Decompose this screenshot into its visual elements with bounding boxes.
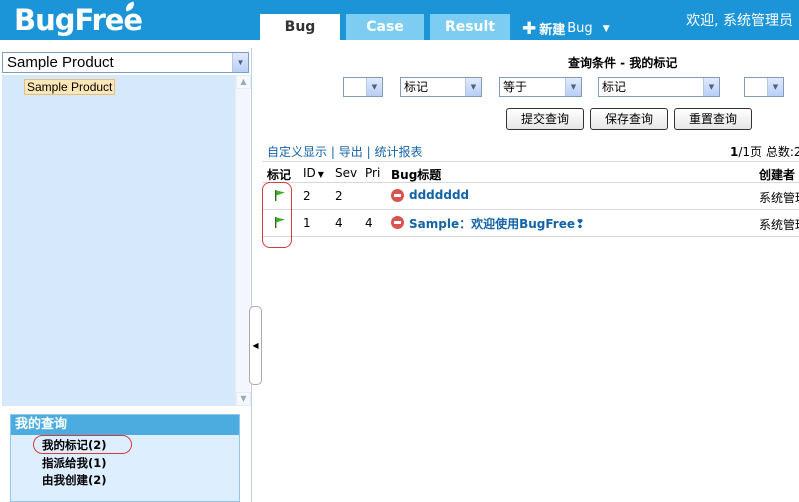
scroll-down-icon[interactable]: ▼ <box>236 392 251 406</box>
row-2-pri: 4 <box>365 216 373 230</box>
chevron-down-icon[interactable]: ▼ <box>565 78 581 96</box>
logo-text: BugFree <box>14 3 143 37</box>
query-operator-select[interactable]: 等于 ▼ <box>499 77 582 97</box>
column-header-id-label: ID <box>303 166 316 180</box>
query-field-1-select[interactable]: ▼ <box>343 77 383 97</box>
query-field-2-value: 标记 <box>404 80 429 94</box>
sort-desc-icon: ▼ <box>317 170 324 179</box>
new-bug-button[interactable]: ✚ 新建 Bug ▼ <box>522 19 610 38</box>
chevron-down-icon[interactable]: ▼ <box>767 78 783 96</box>
row-2-creator: 系统管理员 <box>759 218 799 232</box>
page-info: 1/1页 总数:2 <box>730 143 799 160</box>
column-header-pri[interactable]: Pri <box>365 166 380 180</box>
link-separator: | <box>366 145 371 159</box>
query-created-by-me[interactable]: 由我创建(2) <box>42 472 107 488</box>
toolbar-links: 自定义显示 | 导出 | 统计报表 <box>267 143 422 160</box>
tab-bug[interactable]: Bug <box>260 14 340 40</box>
row-1-title-link[interactable]: ddddddd <box>409 188 469 202</box>
query-title: 查询条件 - 我的标记 <box>568 56 678 70</box>
left-pane: Sample Product ▼ Sample Product ▲ ▼ 我的查询… <box>0 48 251 502</box>
new-bug-label: Bug <box>567 21 593 36</box>
module-tree: Sample Product <box>2 75 235 406</box>
divider-line <box>262 161 799 162</box>
submit-query-button[interactable]: 提交查询 <box>506 108 584 130</box>
custom-display-link[interactable]: 自定义显示 <box>267 145 327 159</box>
row-2-title-link[interactable]: Sample：欢迎使用BugFree❢ <box>409 215 585 232</box>
top-header: BugFree Bug Case Result ✚ 新建 Bug ▼ 欢迎, 系… <box>0 0 799 40</box>
bugfree-logo[interactable]: BugFree <box>14 1 143 38</box>
column-header-sev[interactable]: Sev <box>335 166 357 180</box>
export-link[interactable]: 导出 <box>339 145 363 159</box>
row-divider <box>262 236 799 237</box>
query-assigned-to-me[interactable]: 指派给我(1) <box>42 455 107 471</box>
plus-icon: ✚ <box>522 18 537 39</box>
stop-icon <box>391 189 404 202</box>
link-separator: | <box>330 145 335 159</box>
main-pane: 查询条件 - 我的标记 ▼ 标记 ▼ 等于 ▼ 标记 ▼ ▼ 提交查询 保存查询… <box>252 40 799 502</box>
query-operator-value: 等于 <box>503 80 528 94</box>
annotation-circle <box>262 182 292 248</box>
page-rest: /1页 总数:2 <box>738 145 799 159</box>
chevron-down-icon[interactable]: ▼ <box>366 78 382 96</box>
query-field-5-select[interactable]: ▼ <box>744 77 784 97</box>
product-select[interactable]: Sample Product ▼ <box>2 52 249 73</box>
row-1-creator: 系统管理员 <box>759 191 799 205</box>
annotation-circle <box>33 435 132 454</box>
stop-icon <box>391 216 404 229</box>
chevron-down-icon[interactable]: ▼ <box>703 78 719 96</box>
welcome-text: 欢迎, 系统管理员 <box>686 13 793 29</box>
column-header-mark[interactable]: 标记 <box>267 166 291 183</box>
save-query-button[interactable]: 保存查询 <box>590 108 668 130</box>
row-2-id: 1 <box>303 216 311 230</box>
row-divider <box>262 209 799 210</box>
report-link[interactable]: 统计报表 <box>374 145 422 159</box>
new-bug-prefix: 新建 <box>539 23 566 38</box>
column-header-id[interactable]: ID ▼ <box>303 166 324 180</box>
my-queries-panel: 我的查询 我的标记(2) 指派给我(1) 由我创建(2) <box>10 414 240 502</box>
chevron-down-icon[interactable]: ▼ <box>232 53 248 72</box>
tab-case[interactable]: Case <box>346 14 424 40</box>
query-field-2-select[interactable]: 标记 ▼ <box>400 77 482 97</box>
chevron-down-icon[interactable]: ▼ <box>603 24 610 34</box>
scroll-up-icon[interactable]: ▲ <box>236 75 251 89</box>
column-header-title[interactable]: Bug标题 <box>391 166 441 183</box>
tab-result[interactable]: Result <box>430 14 510 40</box>
column-header-creator[interactable]: 创建者 <box>759 166 795 183</box>
row-1-sev: 2 <box>335 189 343 203</box>
query-value-value: 标记 <box>602 80 627 94</box>
query-value-select[interactable]: 标记 ▼ <box>598 77 720 97</box>
row-2-sev: 4 <box>335 216 343 230</box>
chevron-down-icon[interactable]: ▼ <box>465 78 481 96</box>
tree-item-product[interactable]: Sample Product <box>24 79 116 95</box>
bugfree-window: BugFree Bug Case Result ✚ 新建 Bug ▼ 欢迎, 系… <box>0 0 799 502</box>
divider-line <box>262 182 799 183</box>
reset-query-button[interactable]: 重置查询 <box>674 108 752 130</box>
row-1-id: 2 <box>303 189 311 203</box>
tree-scrollbar[interactable]: ▲ ▼ <box>235 75 251 406</box>
product-select-value: Sample Product <box>7 54 114 71</box>
my-queries-title: 我的查询 <box>11 415 239 435</box>
